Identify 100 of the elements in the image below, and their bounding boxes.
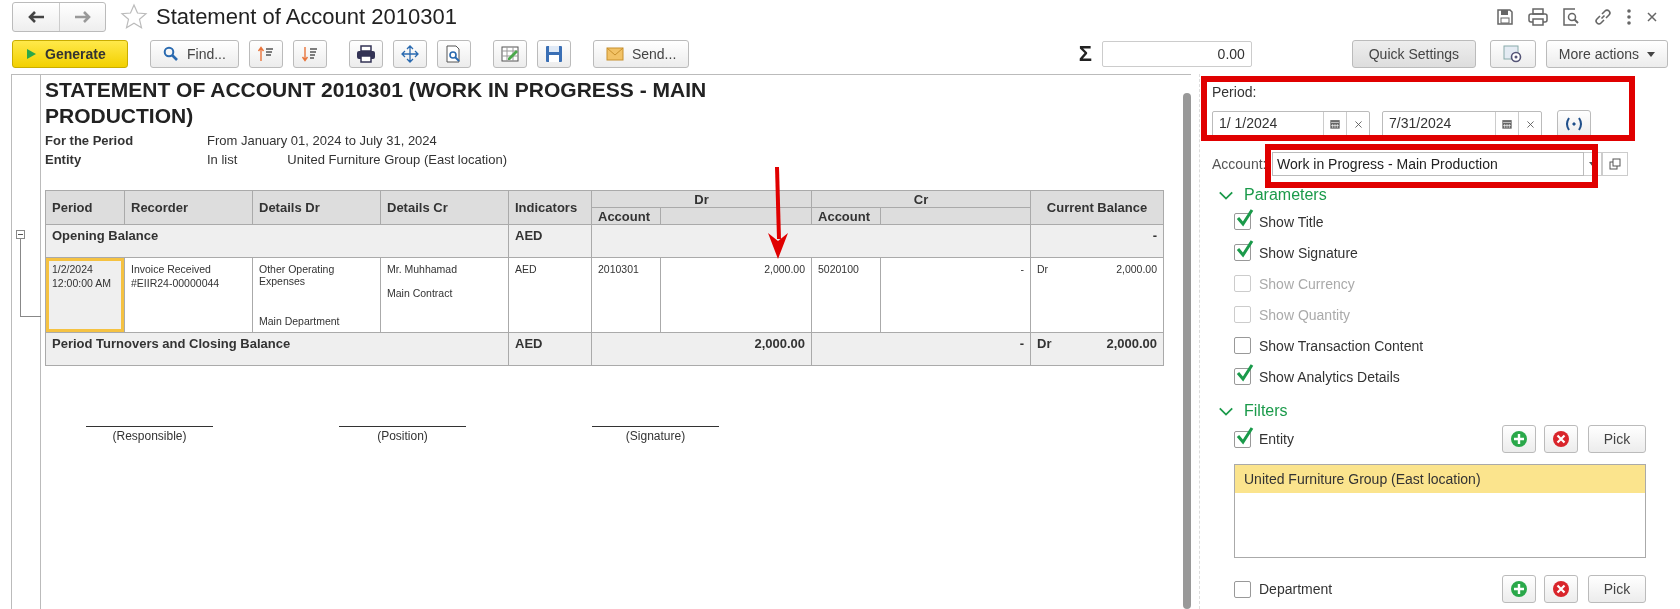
info-value: From January 01, 2024 to July 31, 2024 <box>207 133 437 148</box>
save-icon[interactable] <box>1496 8 1514 26</box>
table-cell: 2,000.00 <box>591 332 812 366</box>
generate-button[interactable]: Generate <box>12 40 128 68</box>
table-cell: AED <box>508 332 592 366</box>
move-arrows-icon <box>400 45 419 63</box>
sum-field[interactable]: 0.00 <box>1101 41 1252 67</box>
info-label: Entity <box>45 152 83 167</box>
print-icon[interactable] <box>1528 8 1548 26</box>
account-field[interactable]: Work in Progress - Main Production <box>1272 152 1584 176</box>
details-text: Main Department <box>259 315 341 327</box>
calendar-icon <box>1328 117 1342 131</box>
remove-button[interactable] <box>1544 575 1578 603</box>
table-cell[interactable]: 1/2/2024 12:00:00 AM <box>45 257 125 333</box>
star-icon[interactable] <box>120 3 148 31</box>
collapse-icon[interactable] <box>16 230 25 239</box>
save-button[interactable] <box>536 40 571 68</box>
find-button[interactable]: Find... <box>150 40 239 68</box>
close-icon[interactable] <box>1646 11 1658 23</box>
sort-descending-button[interactable] <box>292 40 327 68</box>
info-value: United Furniture Group (East location) <box>287 152 507 167</box>
add-button[interactable] <box>1502 575 1536 603</box>
signature-line: (Responsible) <box>86 426 213 443</box>
column-header: Recorder <box>124 190 253 225</box>
clear-icon <box>1352 118 1364 130</box>
arrow-left-icon <box>27 10 45 24</box>
clear-icon <box>1524 118 1536 130</box>
date-field[interactable]: 1/ 1/2024 <box>1212 111 1370 137</box>
info-value: In list <box>207 152 238 167</box>
checkbox-label[interactable]: Department <box>1259 581 1333 597</box>
more-icon[interactable] <box>1626 9 1632 25</box>
table-cell: - <box>1030 224 1164 258</box>
arrow-right-icon <box>73 10 92 24</box>
sort-ascending-icon <box>256 45 275 63</box>
checkbox-label[interactable]: Show Signature <box>1259 244 1358 261</box>
document-search-icon <box>444 45 463 63</box>
checkbox-label[interactable]: Show Analytics Details <box>1259 368 1400 385</box>
send-button[interactable]: Send... <box>592 40 690 68</box>
play-icon <box>25 48 37 60</box>
table-cell: - <box>811 332 1031 366</box>
date-text: 12:00:00 AM <box>52 277 112 289</box>
list-item[interactable]: United Furniture Group (East location) <box>1235 465 1645 493</box>
remove-button[interactable] <box>1544 425 1578 453</box>
checkbox-label[interactable]: Entity <box>1259 431 1294 447</box>
envelope-icon <box>605 47 624 61</box>
pick-button[interactable]: Pick <box>1588 575 1646 603</box>
recorder-text: #EIIR24-00000044 <box>131 277 221 289</box>
period-button[interactable] <box>1557 110 1591 138</box>
link-icon[interactable] <box>1594 8 1612 26</box>
table-pencil-icon <box>500 45 519 63</box>
pick-button[interactable]: Pick <box>1588 425 1646 453</box>
move-button[interactable] <box>392 40 427 68</box>
table-cell: Period Turnovers and Closing Balance <box>45 332 509 366</box>
balance-amount: 2,000.00 <box>1106 336 1158 351</box>
cross-icon <box>1552 430 1570 448</box>
sort-descending-icon <box>300 45 319 63</box>
table-cell: 5020100 <box>811 257 881 333</box>
quick-settings-button[interactable]: Quick Settings <box>1351 40 1476 68</box>
caret-icon <box>1647 51 1655 57</box>
checkbox-label[interactable]: Show Transaction Content <box>1259 337 1424 354</box>
cross-icon <box>1552 580 1570 598</box>
balance-side: Dr <box>1037 263 1049 275</box>
add-button[interactable] <box>1502 425 1536 453</box>
scrollbar[interactable] <box>1183 93 1191 609</box>
printer-icon <box>355 45 376 63</box>
date-text: 1/2/2024 <box>52 263 94 275</box>
table-cell: AED <box>508 257 592 333</box>
checkbox[interactable] <box>1234 430 1251 448</box>
preview-icon[interactable] <box>1562 8 1580 26</box>
section-title[interactable]: Parameters <box>1244 186 1327 204</box>
more-actions-button[interactable]: More actions <box>1545 40 1668 68</box>
table-cell: Opening Balance <box>45 224 509 258</box>
balance-amount: 2,000.00 <box>1116 263 1158 275</box>
checkbox[interactable] <box>1234 580 1251 598</box>
column-header: Details Cr <box>380 190 509 225</box>
recorder-text: Invoice Received <box>131 263 212 275</box>
column-header: Cr <box>811 190 1031 208</box>
balance-side: Dr <box>1037 336 1052 351</box>
edit-table-button[interactable] <box>492 40 527 68</box>
details-text: Other Operating Expenses <box>259 263 336 287</box>
plus-icon <box>1510 430 1528 448</box>
column-header: Dr <box>591 190 812 208</box>
print-button[interactable] <box>348 40 383 68</box>
table-cell: 2010301 <box>591 257 661 333</box>
calendar-icon <box>1500 117 1514 131</box>
settings-button[interactable] <box>1489 40 1536 68</box>
details-text: Main Contract <box>387 287 454 299</box>
dropdown-icon[interactable] <box>1584 152 1602 176</box>
checkbox-label[interactable]: Show Title <box>1259 213 1324 230</box>
section-title[interactable]: Filters <box>1244 402 1288 420</box>
sort-ascending-button[interactable] <box>248 40 283 68</box>
signature-line: (Position) <box>339 426 466 443</box>
window-title: Statement of Account 2010301 <box>156 4 457 30</box>
table-cell: AED <box>508 224 592 258</box>
field-label: Period: <box>1212 84 1258 100</box>
date-field[interactable]: 7/31/2024 <box>1382 111 1542 137</box>
column-header: Period <box>45 190 125 225</box>
checkbox[interactable] <box>1234 337 1251 354</box>
table-cell: 2,000.00 <box>660 257 812 333</box>
preview-button[interactable] <box>436 40 471 68</box>
